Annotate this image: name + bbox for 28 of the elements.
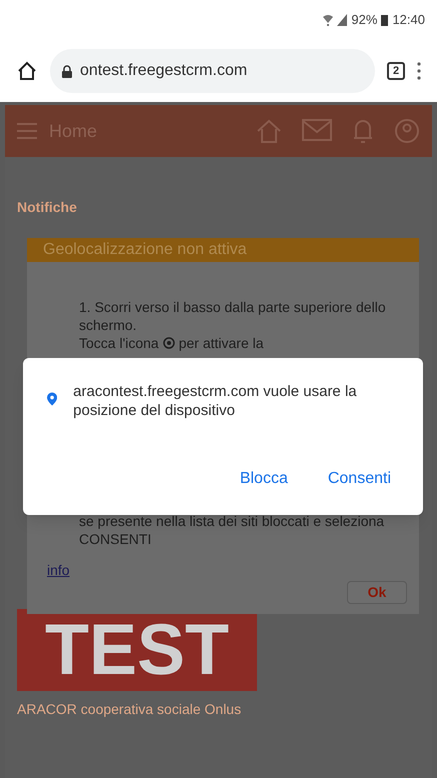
lock-icon (62, 64, 72, 78)
wifi-icon (323, 14, 334, 26)
menu-icon[interactable] (417, 62, 421, 80)
battery-percent: 92% (351, 11, 378, 30)
instruction-text: se presente nella lista dei siti bloccati e seleziona CONSENTI (79, 512, 386, 548)
address-bar[interactable]: ontest.freegestcrm.com (50, 49, 375, 93)
instruction-text: Tocca l'icona (79, 334, 159, 352)
mail-icon[interactable] (302, 118, 332, 142)
bell-icon[interactable] (352, 118, 374, 144)
modal-title: Geolocalizzazione non attiva (27, 238, 419, 262)
organization-name: ARACOR cooperativa sociale Onlus (17, 700, 242, 719)
dialog-button[interactable]: Consenti (320, 463, 399, 495)
location-icon (162, 337, 175, 349)
test-logo: TEST (17, 609, 257, 691)
home-icon[interactable] (16, 60, 38, 82)
permission-message: aracontest.freegestcrm.com vuole usare la posizione del dispositivo (73, 382, 358, 420)
location-pin-icon (47, 390, 58, 408)
clock-time: 12:40 (392, 11, 425, 30)
user-icon[interactable] (394, 118, 420, 144)
dialog-button[interactable]: Blocca (232, 463, 296, 495)
signal-icon (337, 14, 348, 26)
info-link[interactable]: info (47, 560, 70, 581)
section-title: Notifiche (17, 198, 78, 217)
tab-count[interactable]: 2 (387, 62, 405, 80)
battery-icon (381, 14, 388, 26)
url-text: ontest.freegestcrm.com (80, 61, 248, 81)
instruction-text: 1. Scorri verso il basso dalla parte superiore dello schermo. (79, 298, 387, 334)
instruction-text: per attivare la (178, 334, 264, 352)
